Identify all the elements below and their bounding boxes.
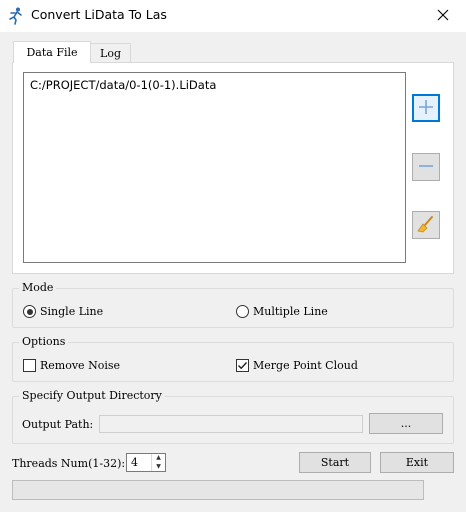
radio-multiple-line-indicator[interactable] — [236, 305, 249, 318]
remove-file-button[interactable] — [412, 153, 440, 181]
remove-noise-box[interactable] — [23, 359, 36, 372]
threads-spinbox[interactable]: 4 ▲ ▼ — [126, 453, 166, 472]
minus-icon — [418, 158, 434, 177]
radio-single-line[interactable]: Single Line — [23, 305, 103, 318]
start-button[interactable]: Start — [299, 452, 371, 473]
merge-point-cloud-checkbox[interactable]: Merge Point Cloud — [236, 359, 358, 372]
list-item[interactable]: C:/PROJECT/data/0-1(0-1).LiData — [30, 78, 216, 92]
tab-log[interactable]: Log — [90, 43, 131, 62]
progress-bar — [12, 480, 424, 500]
options-group-title: Options — [19, 335, 69, 348]
remove-noise-label: Remove Noise — [40, 359, 120, 372]
tab-data-file[interactable]: Data File — [13, 41, 91, 63]
browse-button[interactable]: ... — [369, 413, 443, 434]
spin-down-icon[interactable]: ▼ — [152, 463, 165, 472]
radio-multiple-line-label: Multiple Line — [253, 305, 328, 318]
merge-point-cloud-label: Merge Point Cloud — [253, 359, 358, 372]
exit-button[interactable]: Exit — [380, 452, 454, 473]
broom-icon — [417, 215, 435, 236]
running-figure-icon — [7, 7, 25, 25]
remove-noise-checkbox[interactable]: Remove Noise — [23, 359, 120, 372]
plus-icon — [418, 99, 434, 118]
output-path-label: Output Path: — [22, 418, 94, 431]
clear-list-button[interactable] — [412, 211, 440, 239]
window-title: Convert LiData To Las — [31, 7, 167, 22]
title-bar: Convert LiData To Las — [0, 0, 466, 32]
add-file-button[interactable] — [412, 94, 440, 122]
mode-group-title: Mode — [19, 281, 57, 294]
threads-stepper[interactable]: ▲ ▼ — [151, 454, 165, 471]
radio-single-line-label: Single Line — [40, 305, 104, 318]
browse-button-label: ... — [400, 417, 412, 430]
file-list[interactable]: C:/PROJECT/data/0-1(0-1).LiData — [23, 72, 406, 263]
merge-point-cloud-box[interactable] — [236, 359, 249, 372]
threads-label: Threads Num(1-32): — [12, 457, 126, 470]
output-directory-group-title: Specify Output Directory — [19, 389, 165, 402]
exit-button-label: Exit — [405, 456, 429, 469]
tab-data-file-label: Data File — [26, 46, 78, 59]
tab-log-label: Log — [100, 46, 121, 60]
radio-multiple-line[interactable]: Multiple Line — [236, 305, 328, 318]
radio-single-line-indicator[interactable] — [23, 305, 36, 318]
start-button-label: Start — [320, 456, 350, 469]
output-path-field[interactable] — [99, 415, 363, 433]
close-button[interactable] — [420, 0, 466, 32]
threads-value: 4 — [131, 456, 138, 469]
spin-up-icon[interactable]: ▲ — [152, 454, 165, 463]
close-icon — [437, 9, 449, 24]
checkmark-icon — [238, 362, 248, 370]
